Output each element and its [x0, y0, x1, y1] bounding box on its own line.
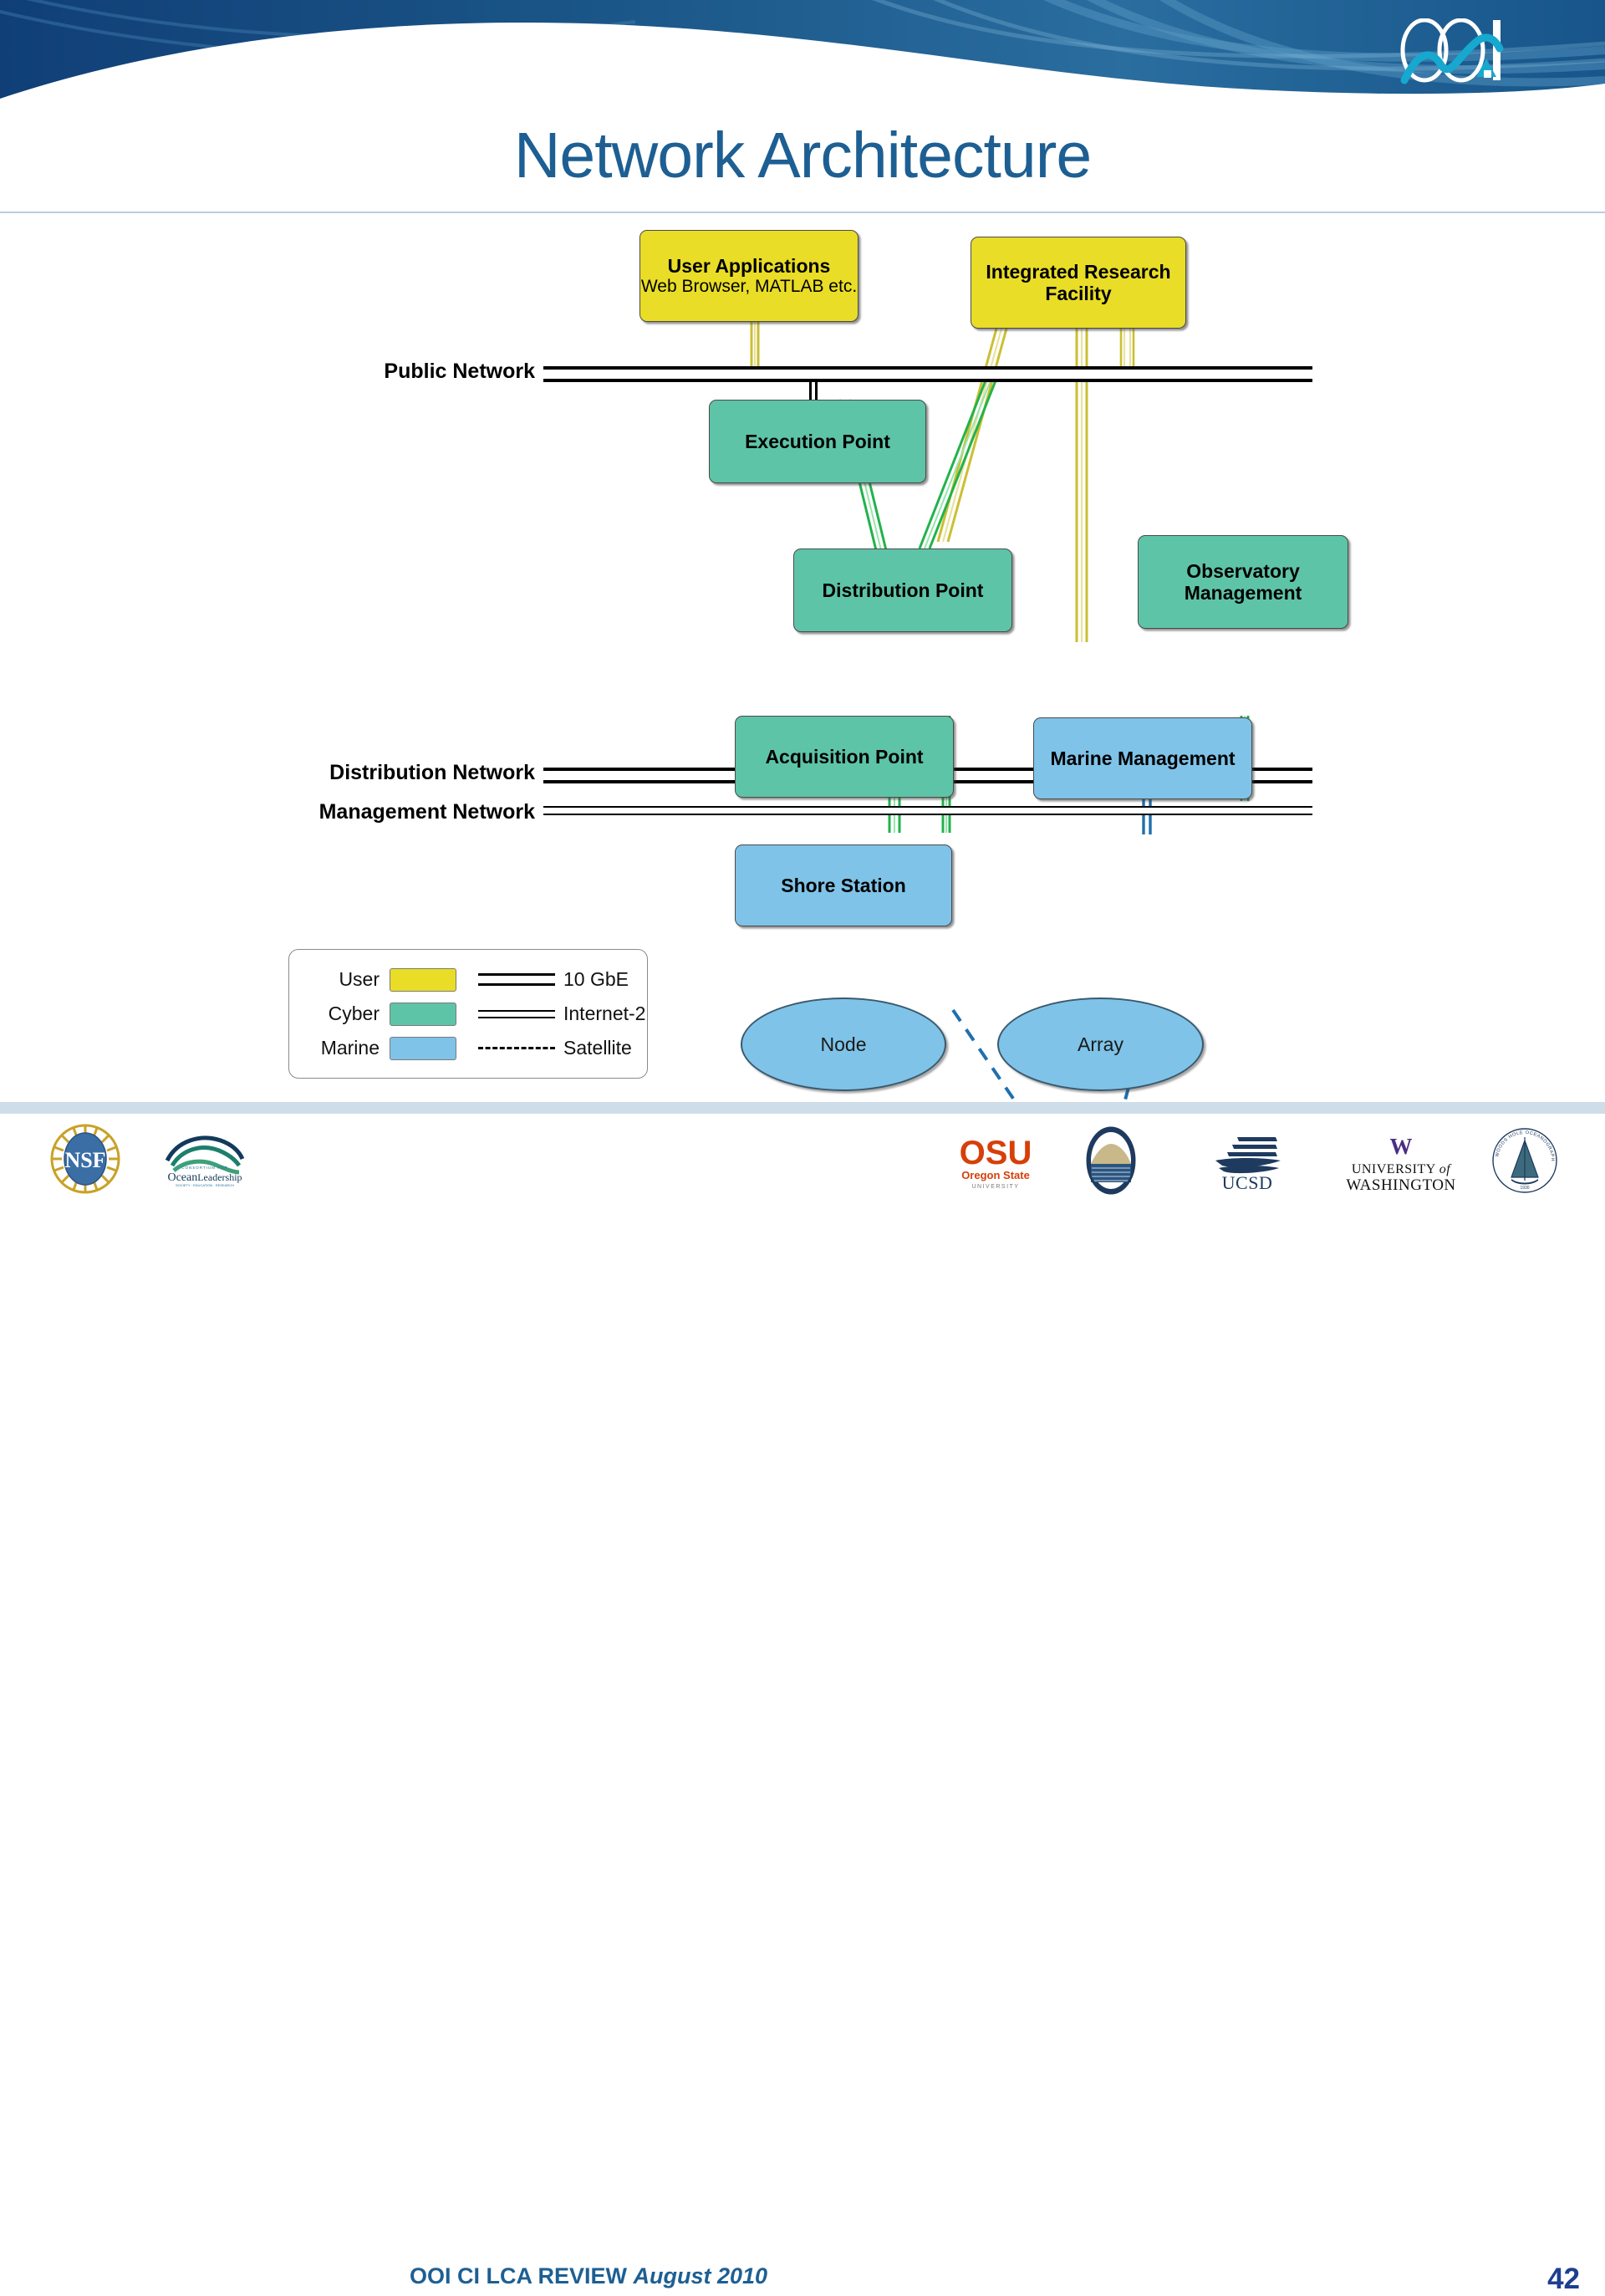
wire-green-diag-2: [928, 367, 1002, 549]
svg-text:NSF: NSF: [64, 1148, 105, 1172]
svg-text:UCSD: UCSD: [1222, 1172, 1273, 1192]
diagram-connection-wires: [750, 322, 1250, 1102]
network-architecture-diagram: Public Network Distribution Network Mana…: [0, 216, 1605, 1102]
distribution-network-label: Distribution Network: [329, 761, 535, 784]
title-divider: [0, 212, 1605, 213]
page-number: 42: [1547, 2263, 1580, 2295]
wire-irf-distpoint: [936, 328, 998, 543]
svg-text:OSU: OSU: [960, 1135, 1032, 1171]
management-network-line: [543, 806, 1312, 815]
legend-line-sample: [470, 1047, 563, 1049]
node-acquisition-point[interactable]: Acquisition Point: [735, 716, 954, 798]
legend-row: Cyber Internet-2: [289, 997, 647, 1031]
svg-text:Oregon State: Oregon State: [961, 1169, 1030, 1181]
node-ellipse-array[interactable]: Array: [997, 997, 1204, 1091]
svg-text:WASHINGTON: WASHINGTON: [1346, 1176, 1455, 1194]
legend-row: Marine Satellite: [289, 1031, 647, 1065]
header-wave-graphic: [0, 0, 1605, 109]
node-title: Array: [1078, 1033, 1124, 1055]
public-network-label: Public Network: [384, 360, 535, 383]
node-execution-point[interactable]: Execution Point: [709, 400, 926, 483]
node-title: Integrated Research Facility: [986, 260, 1171, 304]
ocean-leadership-logo: CONSORTIUM FOR OceanLeadership SOCIETY ·…: [165, 1135, 245, 1187]
wire-irf-distpoint-2: [946, 328, 1008, 543]
node-ellipse-node[interactable]: Node: [741, 997, 946, 1091]
management-network-label: Management Network: [318, 800, 535, 824]
node-shore-station[interactable]: Shore Station: [735, 844, 952, 926]
svg-text:CONSORTIUM FOR: CONSORTIUM FOR: [181, 1166, 227, 1170]
node-title: Marine Management: [1050, 747, 1236, 769]
scripps-logo: UCSD: [1086, 1126, 1136, 1195]
node-title: Observatory Management: [1184, 559, 1302, 604]
svg-text:UNIVERSITY of: UNIVERSITY of: [1352, 1162, 1452, 1176]
public-network-line: [543, 366, 1312, 382]
ooi-logo: [1400, 18, 1504, 84]
footer-review-label: OOI CI LCA REVIEW: [410, 2263, 634, 2288]
node-title: Acquisition Point: [765, 745, 924, 768]
footer-divider: [0, 1102, 1605, 1114]
uw-logo: W UNIVERSITY of WASHINGTON: [1346, 1134, 1455, 1194]
node-marine-management[interactable]: Marine Management: [1033, 717, 1252, 799]
legend-line-label: 10 GbE: [563, 968, 629, 990]
node-subtitle: Web Browser, MATLAB etc.: [640, 276, 858, 296]
footer-review-date: August 2010: [633, 2263, 768, 2288]
legend-line-label: Satellite: [563, 1037, 632, 1059]
svg-text:UCSD: UCSD: [1105, 1189, 1118, 1194]
node-distribution-point[interactable]: Distribution Point: [793, 548, 1012, 632]
legend-line-sample: [470, 973, 563, 986]
legend-line-label: Internet-2: [563, 1003, 646, 1024]
node-user-applications[interactable]: User Applications Web Browser, MATLAB et…: [639, 230, 859, 322]
slide-header: [0, 0, 1605, 109]
svg-text:W: W: [1390, 1134, 1413, 1159]
legend-swatch-label: User: [339, 968, 380, 990]
legend-line-sample: [470, 1009, 563, 1018]
page-title: Network Architecture: [513, 120, 1092, 191]
node-title: Execution Point: [745, 430, 890, 452]
legend-row: User 10 GbE: [289, 962, 647, 997]
whoi-logo: WOODS HOLE OCEANOGRAPHIC INSTITUTION 193…: [1490, 1125, 1557, 1193]
legend-swatch-user: [390, 967, 456, 992]
node-title: Shore Station: [781, 874, 906, 896]
node-observatory-management[interactable]: Observatory Management: [1138, 535, 1348, 629]
osu-logo: OSU Oregon State UNIVERSITY: [960, 1135, 1032, 1190]
node-integrated-research-facility[interactable]: Integrated Research Facility: [971, 237, 1186, 329]
svg-text:UNIVERSITY: UNIVERSITY: [971, 1184, 1019, 1190]
ucsd-logo: UCSD: [1215, 1137, 1281, 1192]
svg-text:SOCIETY · EDUCATION · RESEARCH: SOCIETY · EDUCATION · RESEARCH: [176, 1183, 234, 1187]
legend-swatch-label: Cyber: [328, 1003, 380, 1024]
node-title: Node: [820, 1033, 867, 1055]
legend-swatch-cyber: [390, 1002, 456, 1026]
node-title: Distribution Point: [822, 579, 984, 601]
legend-swatch-label: Marine: [320, 1037, 380, 1059]
footer-review-text: OOI CI LCA REVIEW August 2010: [410, 2263, 767, 2289]
nsf-logo: NSF: [50, 1124, 120, 1194]
legend-swatch-marine: [390, 1036, 456, 1060]
svg-text:OceanLeadership: OceanLeadership: [167, 1171, 242, 1184]
svg-text:1930: 1930: [1520, 1186, 1529, 1191]
slide-footer: NSF CONSORTIUM FOR OceanLeadership SOCIE…: [0, 1114, 1605, 2295]
wire-green-diag: [918, 367, 992, 549]
diagram-legend: User 10 GbE Cyber Internet-2 Marine Sate…: [288, 949, 648, 1079]
node-title: User Applications: [667, 254, 831, 277]
